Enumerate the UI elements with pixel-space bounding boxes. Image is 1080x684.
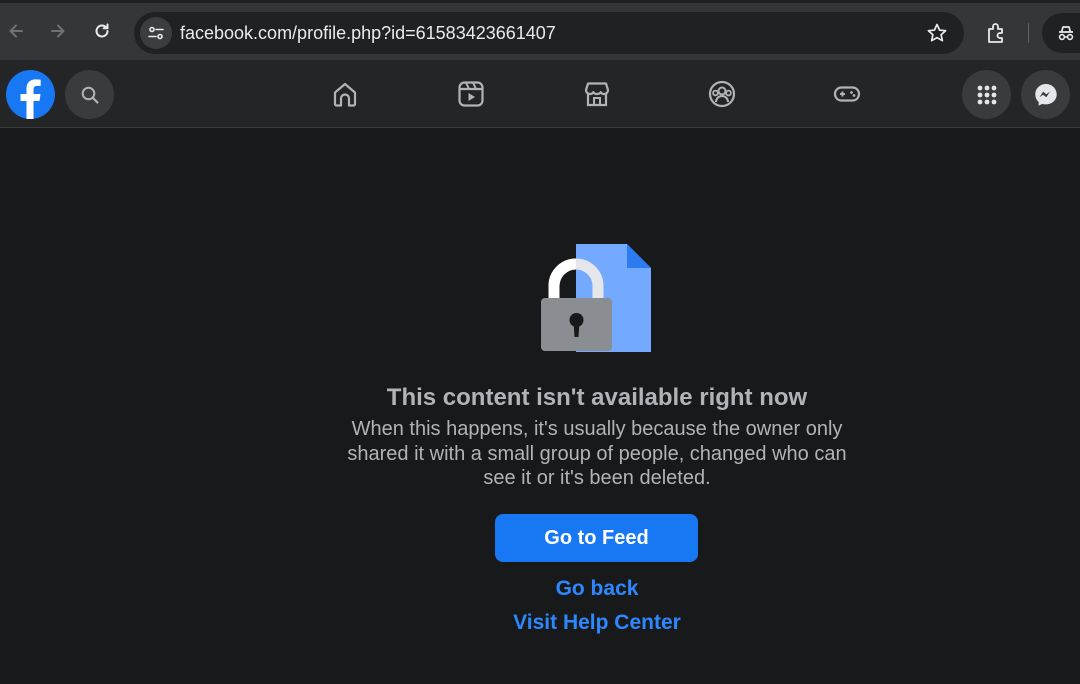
profile-button[interactable] — [1042, 13, 1080, 53]
gaming-icon — [833, 86, 861, 102]
nav-marketplace[interactable] — [580, 77, 614, 111]
forward-arrow-icon — [51, 24, 65, 38]
nav-video[interactable] — [454, 77, 488, 111]
go-to-feed-button[interactable]: Go to Feed — [495, 514, 698, 562]
go-back-link[interactable]: Go back — [440, 577, 754, 601]
home-icon — [333, 82, 357, 107]
extensions-icon[interactable] — [984, 20, 1010, 46]
locked-content-illustration — [541, 244, 651, 352]
search-icon — [81, 86, 99, 104]
incognito-icon — [1058, 26, 1074, 41]
title-container: This content isn't available right now — [0, 383, 1080, 413]
forward-button[interactable] — [44, 17, 72, 45]
groups-icon — [708, 80, 736, 108]
toolbar-divider — [1028, 23, 1029, 43]
site-info-button[interactable] — [140, 17, 172, 49]
url-text[interactable]: facebook.com/profile.php?id=615834236614… — [180, 23, 556, 44]
browser-toolbar: facebook.com/profile.php?id=615834236614… — [0, 0, 1080, 60]
menu-grid-icon — [977, 85, 996, 104]
nav-groups[interactable] — [705, 77, 739, 111]
nav-gaming[interactable] — [830, 77, 864, 111]
visit-help-center-link[interactable]: Visit Help Center — [440, 611, 754, 635]
back-button[interactable] — [2, 17, 30, 45]
address-bar[interactable]: facebook.com/profile.php?id=615834236614… — [134, 12, 964, 54]
facebook-logo-icon[interactable] — [6, 70, 55, 119]
page-title: This content isn't available right now — [386, 384, 808, 411]
site-settings-icon — [148, 26, 164, 40]
back-arrow-icon — [9, 24, 23, 38]
reload-icon — [95, 23, 109, 38]
nav-home[interactable] — [328, 77, 362, 111]
star-icon[interactable] — [926, 22, 948, 44]
menu-button[interactable] — [962, 70, 1011, 119]
messenger-icon — [1034, 83, 1057, 106]
description-text: When this happens, it's usually because … — [347, 418, 847, 489]
messenger-button[interactable] — [1021, 70, 1070, 119]
video-icon — [458, 81, 484, 107]
marketplace-icon — [584, 82, 610, 107]
facebook-header — [0, 60, 1080, 128]
reload-button[interactable] — [88, 17, 116, 45]
search-button[interactable] — [65, 70, 114, 119]
